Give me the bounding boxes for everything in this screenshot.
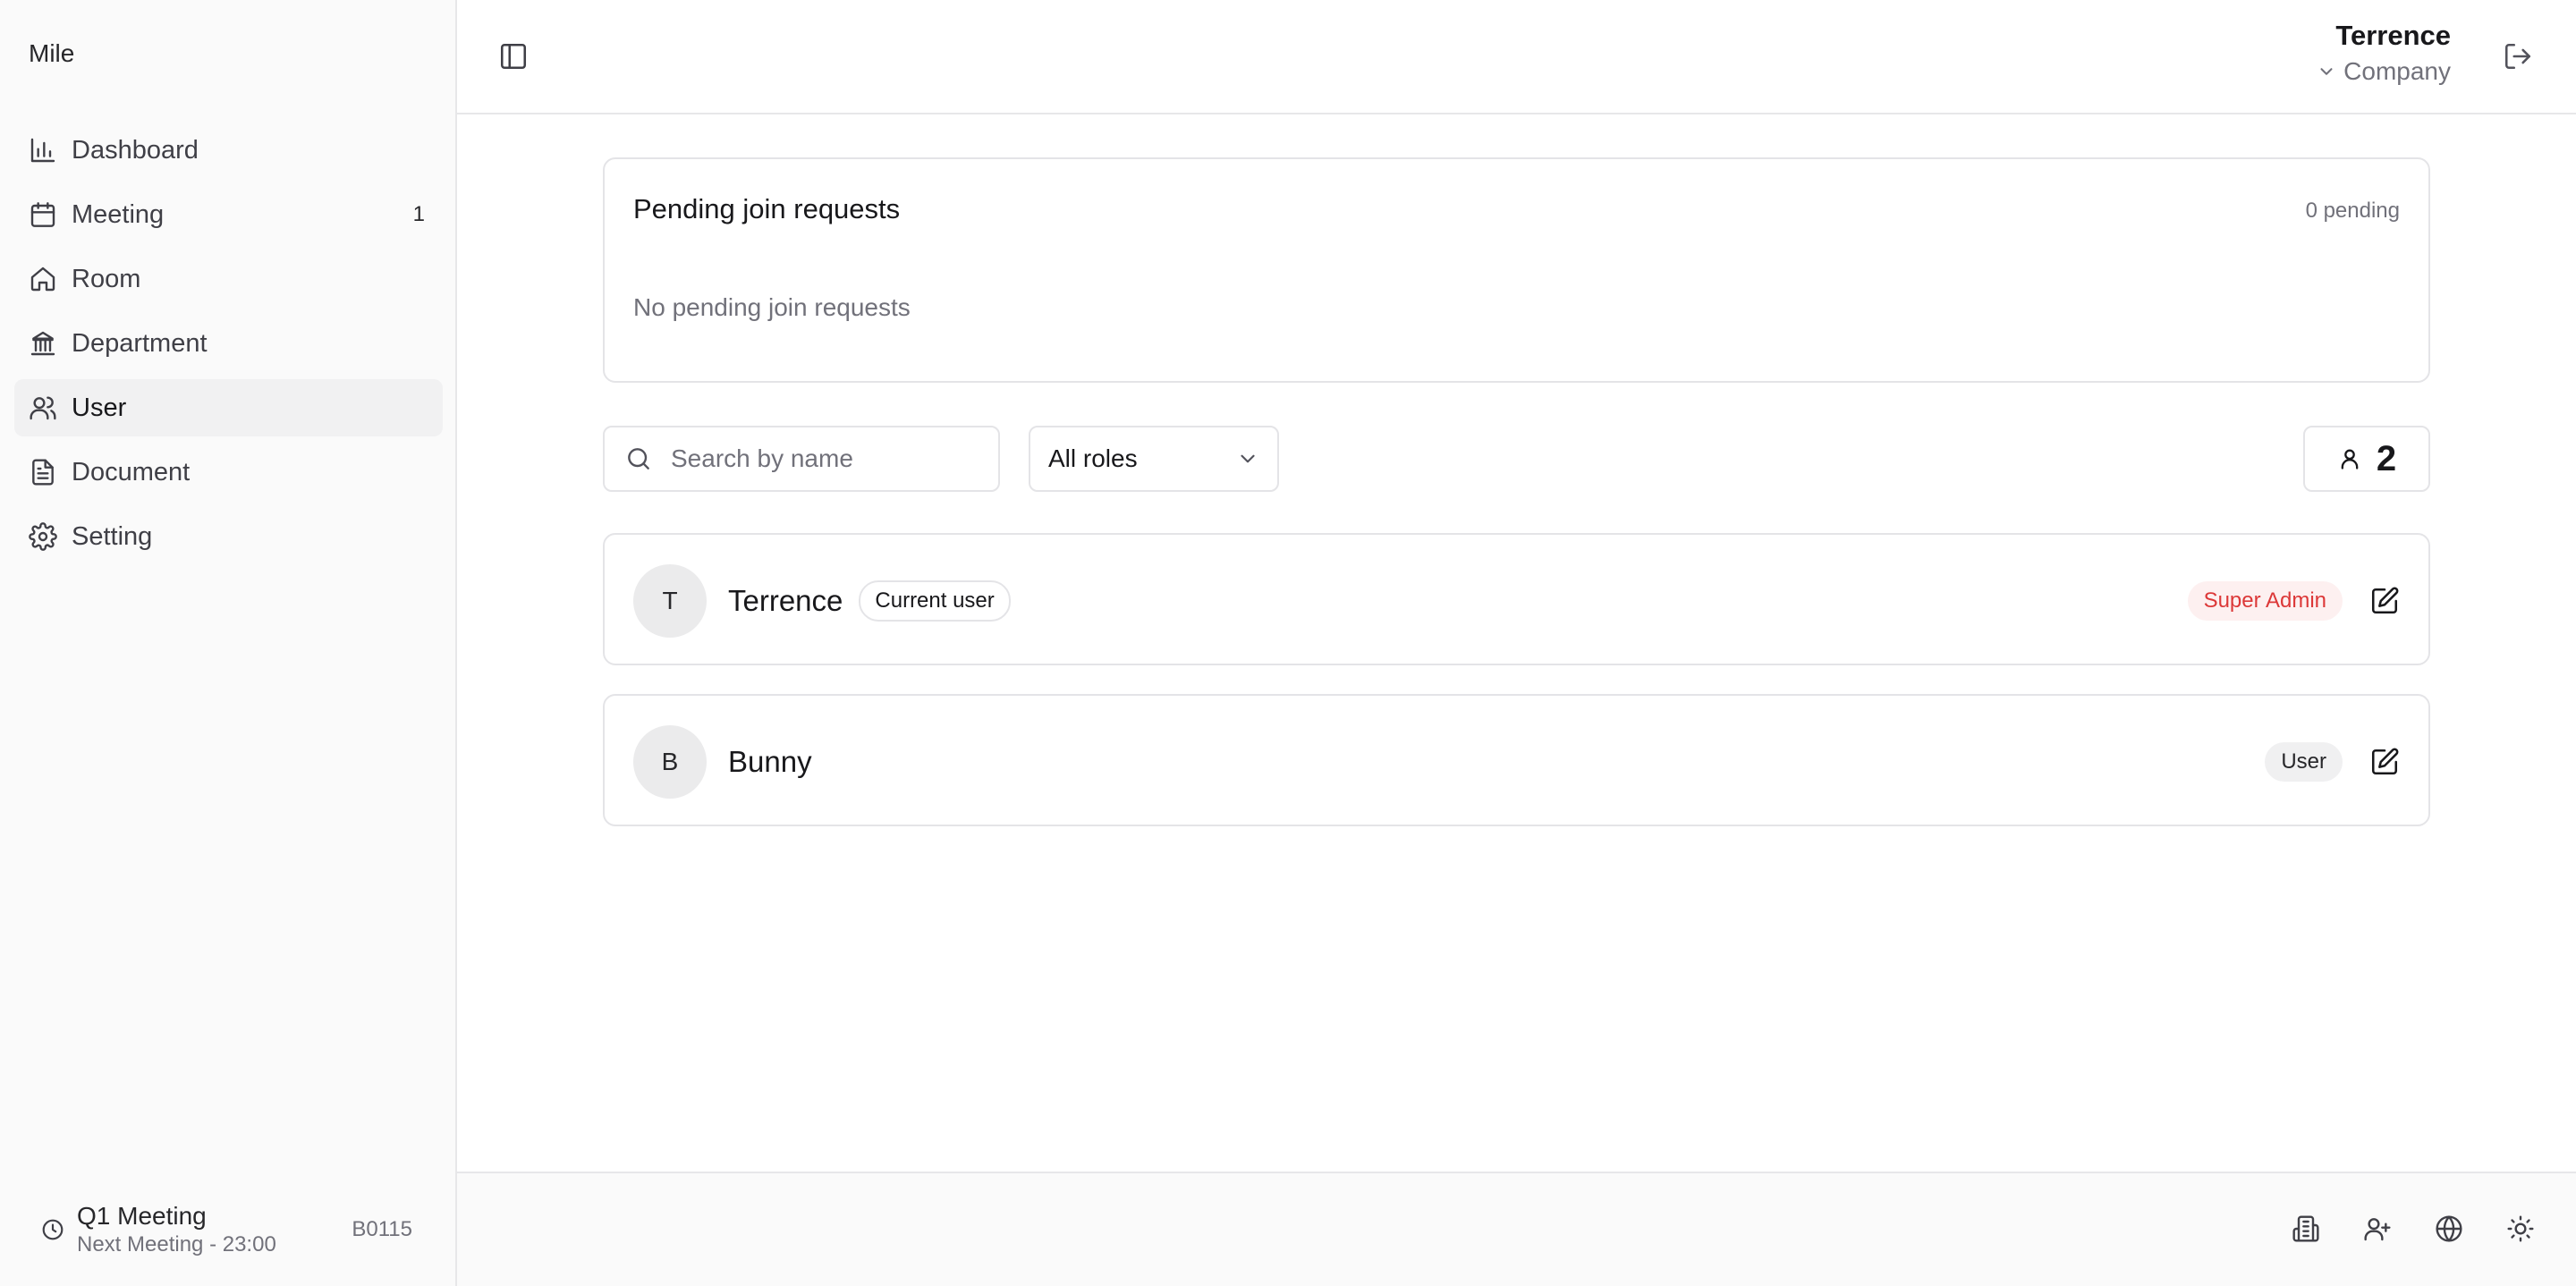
landmark-icon	[29, 329, 57, 358]
sidebar-item-count: 1	[412, 202, 425, 226]
pending-count: 0 pending	[2305, 199, 2400, 223]
sidebar-item-document[interactable]: Document	[14, 444, 443, 501]
building-icon[interactable]	[2292, 1214, 2320, 1243]
sidebar-item-dashboard[interactable]: Dashboard	[14, 122, 443, 179]
user-row-terrence: T Terrence Current user Super Admin	[603, 533, 2430, 665]
bar-chart-icon	[29, 136, 57, 165]
search-box[interactable]	[603, 426, 1000, 492]
current-user-tag: Current user	[859, 580, 1011, 622]
user-toolbar: All roles 2	[603, 426, 2430, 492]
role-badge: Super Admin	[2187, 581, 2343, 621]
sidebar-item-label: Meeting	[72, 199, 165, 229]
pending-empty-message: No pending join requests	[633, 293, 911, 321]
logout-icon[interactable]	[2503, 41, 2533, 72]
header-user-name: Terrence	[2335, 20, 2451, 51]
user-name: Terrence	[728, 584, 843, 617]
chevron-down-icon	[1236, 447, 1259, 470]
company-label: Company	[2343, 57, 2451, 85]
clock-icon	[41, 1218, 64, 1241]
sidebar-item-room[interactable]: Room	[14, 250, 443, 308]
user-menu[interactable]: Terrence Company	[2317, 18, 2451, 86]
user-count-badge: 2	[2303, 426, 2430, 492]
next-meeting-text: Q1 Meeting Next Meeting - 23:00	[77, 1201, 352, 1258]
next-meeting-widget[interactable]: Q1 Meeting Next Meeting - 23:00 B0115	[0, 1173, 455, 1286]
role-badge: User	[2265, 742, 2343, 782]
next-meeting-title: Q1 Meeting	[77, 1202, 207, 1230]
company-switcher[interactable]: Company	[2317, 57, 2451, 86]
sidebar-item-label: Document	[72, 457, 191, 486]
pending-requests-card: Pending join requests 0 pending No pendi…	[603, 157, 2430, 383]
sun-icon[interactable]	[2506, 1214, 2535, 1243]
user-name: Bunny	[728, 745, 812, 778]
globe-icon[interactable]	[2435, 1214, 2463, 1243]
file-text-icon	[29, 458, 57, 486]
sidebar-item-label: Setting	[72, 521, 153, 551]
search-input[interactable]	[671, 444, 975, 473]
sidebar-item-setting[interactable]: Setting	[14, 508, 443, 565]
sidebar-item-label: Dashboard	[72, 135, 199, 165]
user-count: 2	[2376, 438, 2397, 478]
next-meeting-room: B0115	[352, 1217, 412, 1241]
sidebar-item-user[interactable]: User	[14, 379, 443, 436]
user-row-bunny: B Bunny User	[603, 694, 2430, 826]
sidebar-item-department[interactable]: Department	[14, 315, 443, 372]
sidebar-item-label: Department	[72, 328, 208, 358]
sidebar-toggle-icon[interactable]	[498, 41, 529, 72]
next-meeting-subtitle: Next Meeting - 23:00	[77, 1232, 276, 1256]
app-brand: Mile	[29, 39, 75, 67]
avatar: T	[633, 564, 707, 638]
chevron-down-icon	[2317, 62, 2336, 81]
edit-icon[interactable]	[2369, 586, 2400, 616]
pending-requests-title: Pending join requests	[633, 193, 901, 224]
users-icon	[29, 393, 57, 422]
user-plus-icon[interactable]	[2363, 1214, 2392, 1243]
home-icon	[29, 265, 57, 293]
main-content: Pending join requests 0 pending No pendi…	[457, 116, 2576, 1172]
sidebar-nav: Dashboard Meeting 1 Room Department User…	[14, 122, 443, 572]
sidebar-item-label: User	[72, 393, 127, 422]
role-filter-select[interactable]: All roles	[1029, 426, 1279, 492]
role-filter-value: All roles	[1048, 444, 1138, 472]
edit-icon[interactable]	[2369, 747, 2400, 777]
gear-icon	[29, 522, 57, 551]
sidebar-item-label: Room	[72, 264, 141, 293]
avatar: B	[633, 725, 707, 799]
sidebar-item-meeting[interactable]: Meeting 1	[14, 186, 443, 243]
search-icon	[624, 444, 653, 473]
user-icon	[2337, 446, 2362, 471]
calendar-icon	[29, 200, 57, 229]
sidebar: Mile Dashboard Meeting 1 Room Department…	[0, 0, 457, 1286]
top-header: Terrence Company	[457, 0, 2576, 114]
bottom-toolbar	[457, 1172, 2576, 1286]
